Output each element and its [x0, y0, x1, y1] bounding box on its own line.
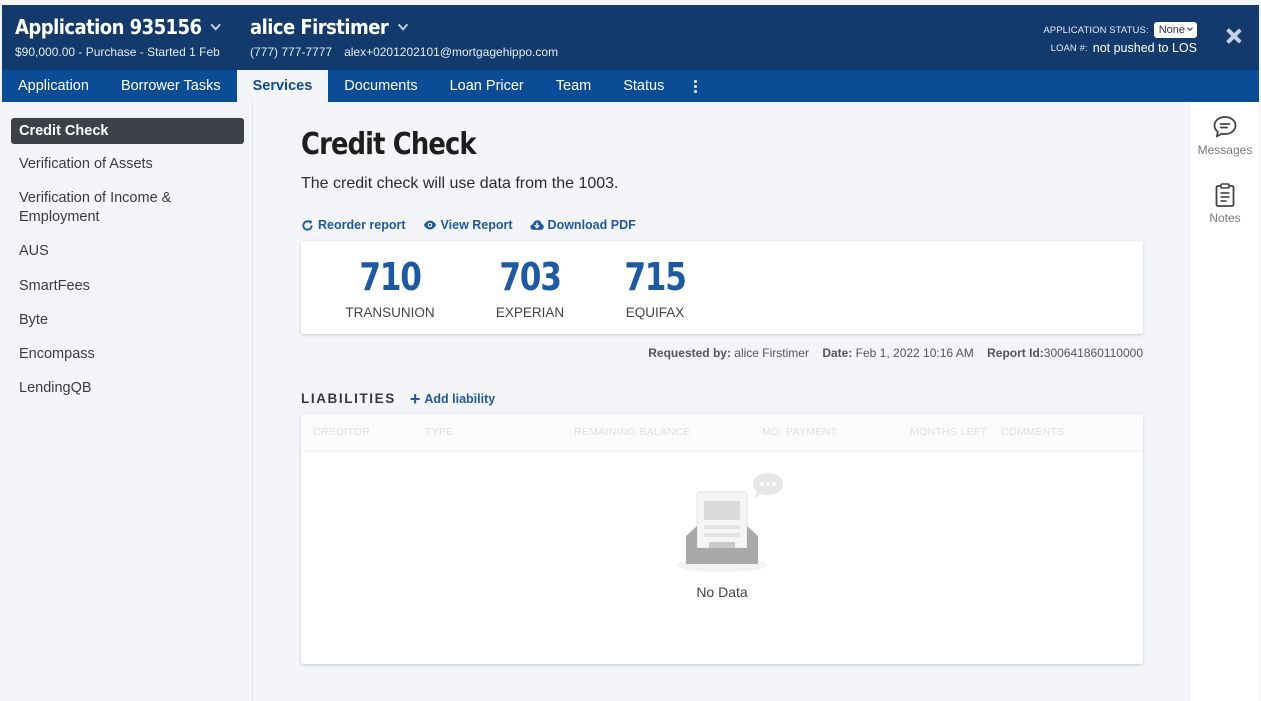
more-vertical-icon[interactable] — [680, 70, 711, 102]
sidebar-item-encompass[interactable]: Encompass — [11, 345, 244, 364]
score-transunion: 710 TRANSUNION — [335, 253, 445, 320]
download-pdf-link[interactable]: Download PDF — [529, 218, 636, 232]
score-experian: 703 EXPERIAN — [485, 253, 575, 320]
borrower-phone: (777) 777-7777 — [250, 45, 333, 59]
bureau-label: TRANSUNION — [345, 305, 435, 320]
borrower-name: alice Firstimer — [250, 15, 389, 39]
date-label: Date: — [822, 346, 853, 360]
tab-services[interactable]: Services — [236, 70, 329, 102]
table-header: CREDITOR TYPE REMAINING BALANCE MO. PAYM… — [301, 414, 1143, 452]
borrower-email: alex+0201202101@mortgagehippo.com — [344, 45, 559, 59]
messages-button[interactable]: Messages — [1191, 114, 1259, 157]
sidebar-item-credit-check[interactable]: Credit Check — [11, 118, 244, 144]
liabilities-table: CREDITOR TYPE REMAINING BALANCE MO. PAYM… — [301, 414, 1143, 664]
column-header-type: TYPE — [425, 426, 454, 438]
page-description: The credit check will use data from the … — [301, 175, 619, 192]
date-value: Feb 1, 2022 10:16 AM — [855, 346, 974, 360]
bureau-label: EXPERIAN — [495, 305, 565, 320]
sidebar-item-aus[interactable]: AUS — [11, 242, 244, 261]
column-header-months-left: MONTHS LEFT — [910, 426, 988, 438]
view-report-link[interactable]: View Report — [423, 218, 513, 232]
add-liability-button[interactable]: + Add liability — [409, 388, 496, 409]
sidebar-item-verification-of-income[interactable]: Verification of Income & Employment — [11, 189, 244, 227]
application-status-label: APPLICATION STATUS: — [1043, 24, 1149, 36]
column-header-comments: COMMENTS — [1001, 426, 1065, 438]
report-id-label: Report Id: — [987, 346, 1044, 360]
tab-documents[interactable]: Documents — [328, 70, 433, 102]
clipboard-icon — [1215, 183, 1235, 207]
column-header-creditor: CREDITOR — [313, 426, 371, 438]
application-summary: $90,000.00 - Purchase - Started 1 Feb — [15, 45, 220, 59]
download-pdf-label: Download PDF — [547, 218, 636, 232]
score-equifax: 715 EQUIFAX — [613, 253, 697, 320]
score-value: 715 — [624, 255, 687, 299]
application-status-select[interactable]: None — [1153, 22, 1197, 38]
sidebar-item-lendingqb[interactable]: LendingQB — [11, 379, 244, 398]
column-header-mo-payment: MO. PAYMENT — [762, 426, 838, 438]
message-icon — [1213, 116, 1237, 138]
loan-number-label: LOAN #: — [1050, 42, 1088, 54]
tab-status[interactable]: Status — [607, 70, 680, 102]
column-header-remaining-balance: REMAINING BALANCE — [574, 426, 691, 438]
liabilities-title: LIABILITIES — [301, 391, 396, 406]
eye-icon — [423, 220, 436, 230]
main-tabs: Application Borrower Tasks Services Docu… — [2, 70, 1259, 102]
refresh-icon — [302, 219, 313, 231]
sidebar-item-verification-of-assets[interactable]: Verification of Assets — [11, 155, 244, 174]
score-value: 710 — [359, 255, 422, 299]
tab-loan-pricer[interactable]: Loan Pricer — [434, 70, 540, 102]
requested-by-value: alice Firstimer — [734, 346, 809, 360]
report-meta: Requested by: alice Firstimer Date: Feb … — [648, 346, 1143, 360]
report-id-value: 300641860110000 — [1043, 346, 1143, 360]
notes-label: Notes — [1209, 211, 1241, 225]
sidebar-item-smartfees[interactable]: SmartFees — [11, 277, 244, 296]
liabilities-header: LIABILITIES + Add liability — [301, 388, 496, 409]
empty-inbox-icon — [677, 473, 783, 572]
notes-button[interactable]: Notes — [1191, 182, 1259, 225]
requested-by-label: Requested by: — [648, 346, 731, 360]
tab-application[interactable]: Application — [2, 70, 105, 102]
score-value: 703 — [499, 255, 562, 299]
borrower-contact: (777) 777-7777 alex+0201202101@mortgagehi… — [250, 45, 558, 59]
report-actions: Reorder report View Report Download PDF — [301, 218, 636, 232]
right-rail: Messages Notes — [1191, 102, 1259, 701]
services-sidebar: Credit Check Verification of Assets Veri… — [2, 102, 253, 701]
application-selector[interactable]: Application 935156 — [15, 15, 222, 39]
sidebar-item-byte[interactable]: Byte — [11, 311, 244, 330]
cloud-download-icon — [529, 220, 544, 230]
tab-borrower-tasks[interactable]: Borrower Tasks — [105, 70, 237, 102]
tab-team[interactable]: Team — [540, 70, 607, 102]
empty-state-text: No Data — [696, 584, 748, 600]
chevron-down-icon — [1187, 25, 1193, 31]
loan-number-value: not pushed to LOS — [1092, 41, 1197, 55]
reorder-report-label: Reorder report — [318, 218, 406, 232]
bureau-label: EQUIFAX — [625, 305, 685, 320]
app-header: Application 935156 $90,000.00 - Purchase… — [2, 5, 1259, 70]
chevron-down-icon — [210, 19, 222, 31]
status-block: APPLICATION STATUS: None LOAN #: not pus… — [1043, 21, 1197, 57]
page-title: Credit Check — [301, 127, 477, 162]
messages-label: Messages — [1197, 143, 1253, 157]
view-report-label: View Report — [440, 218, 513, 232]
add-liability-label: Add liability — [424, 391, 496, 406]
reorder-report-link[interactable]: Reorder report — [301, 218, 406, 232]
close-icon[interactable] — [1225, 27, 1243, 45]
application-title: Application 935156 — [15, 15, 202, 39]
credit-scores-card: 710 TRANSUNION 703 EXPERIAN 715 EQUIFAX — [301, 241, 1143, 334]
borrower-selector[interactable]: alice Firstimer — [250, 15, 408, 39]
plus-icon: + — [409, 388, 421, 409]
chevron-down-icon — [397, 19, 408, 31]
application-status-value: None — [1158, 24, 1185, 36]
